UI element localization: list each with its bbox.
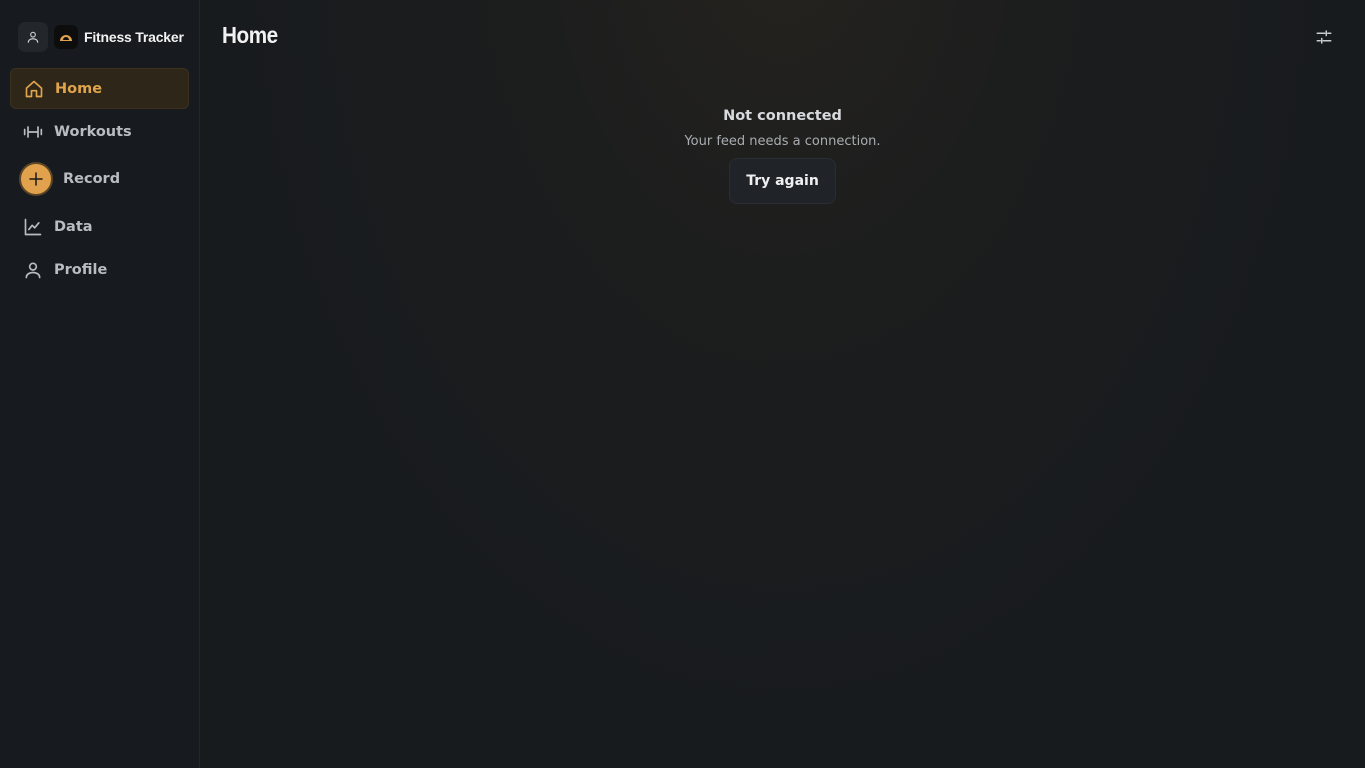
sidebar: Fitness Tracker Home Workouts Record Dat… [0, 0, 200, 768]
chart-line-icon [23, 217, 43, 237]
sidebar-item-label: Workouts [54, 123, 132, 140]
sidebar-item-label: Home [55, 80, 103, 97]
sidebar-item-record[interactable]: Record [10, 154, 189, 204]
sidebar-item-profile[interactable]: Profile [10, 249, 189, 290]
user-icon [27, 31, 39, 43]
dumbbell-icon [23, 122, 43, 142]
sidebar-item-label: Record [63, 171, 121, 187]
brand: Fitness Tracker [18, 18, 189, 56]
gauge-icon [60, 35, 72, 41]
main-content: Home Not connected Your feed needs a con… [200, 0, 1365, 768]
sliders-icon [1316, 30, 1332, 44]
sidebar-item-data[interactable]: Data [10, 206, 189, 247]
sidebar-nav: Home Workouts Record Data Profile [10, 68, 189, 290]
sidebar-item-workouts[interactable]: Workouts [10, 111, 189, 152]
plus-icon [29, 172, 43, 186]
account-button[interactable] [18, 22, 48, 52]
empty-state-message: Your feed needs a connection. [684, 134, 881, 149]
record-button[interactable] [19, 162, 53, 196]
app-logo [54, 25, 78, 49]
empty-state-title: Not connected [723, 108, 842, 124]
user-icon [23, 260, 43, 280]
sidebar-item-home[interactable]: Home [10, 68, 189, 109]
app-root: Fitness Tracker Home Workouts Record Dat… [0, 0, 1365, 768]
filter-button[interactable] [1313, 26, 1335, 48]
sidebar-item-label: Profile [54, 261, 108, 278]
app-name: Fitness Tracker [84, 29, 184, 45]
sidebar-item-label: Data [54, 218, 93, 235]
home-icon [24, 79, 44, 99]
page-title: Home [222, 22, 278, 48]
try-again-button[interactable]: Try again [729, 158, 836, 204]
empty-state: Not connected Your feed needs a connecti… [200, 108, 1365, 204]
